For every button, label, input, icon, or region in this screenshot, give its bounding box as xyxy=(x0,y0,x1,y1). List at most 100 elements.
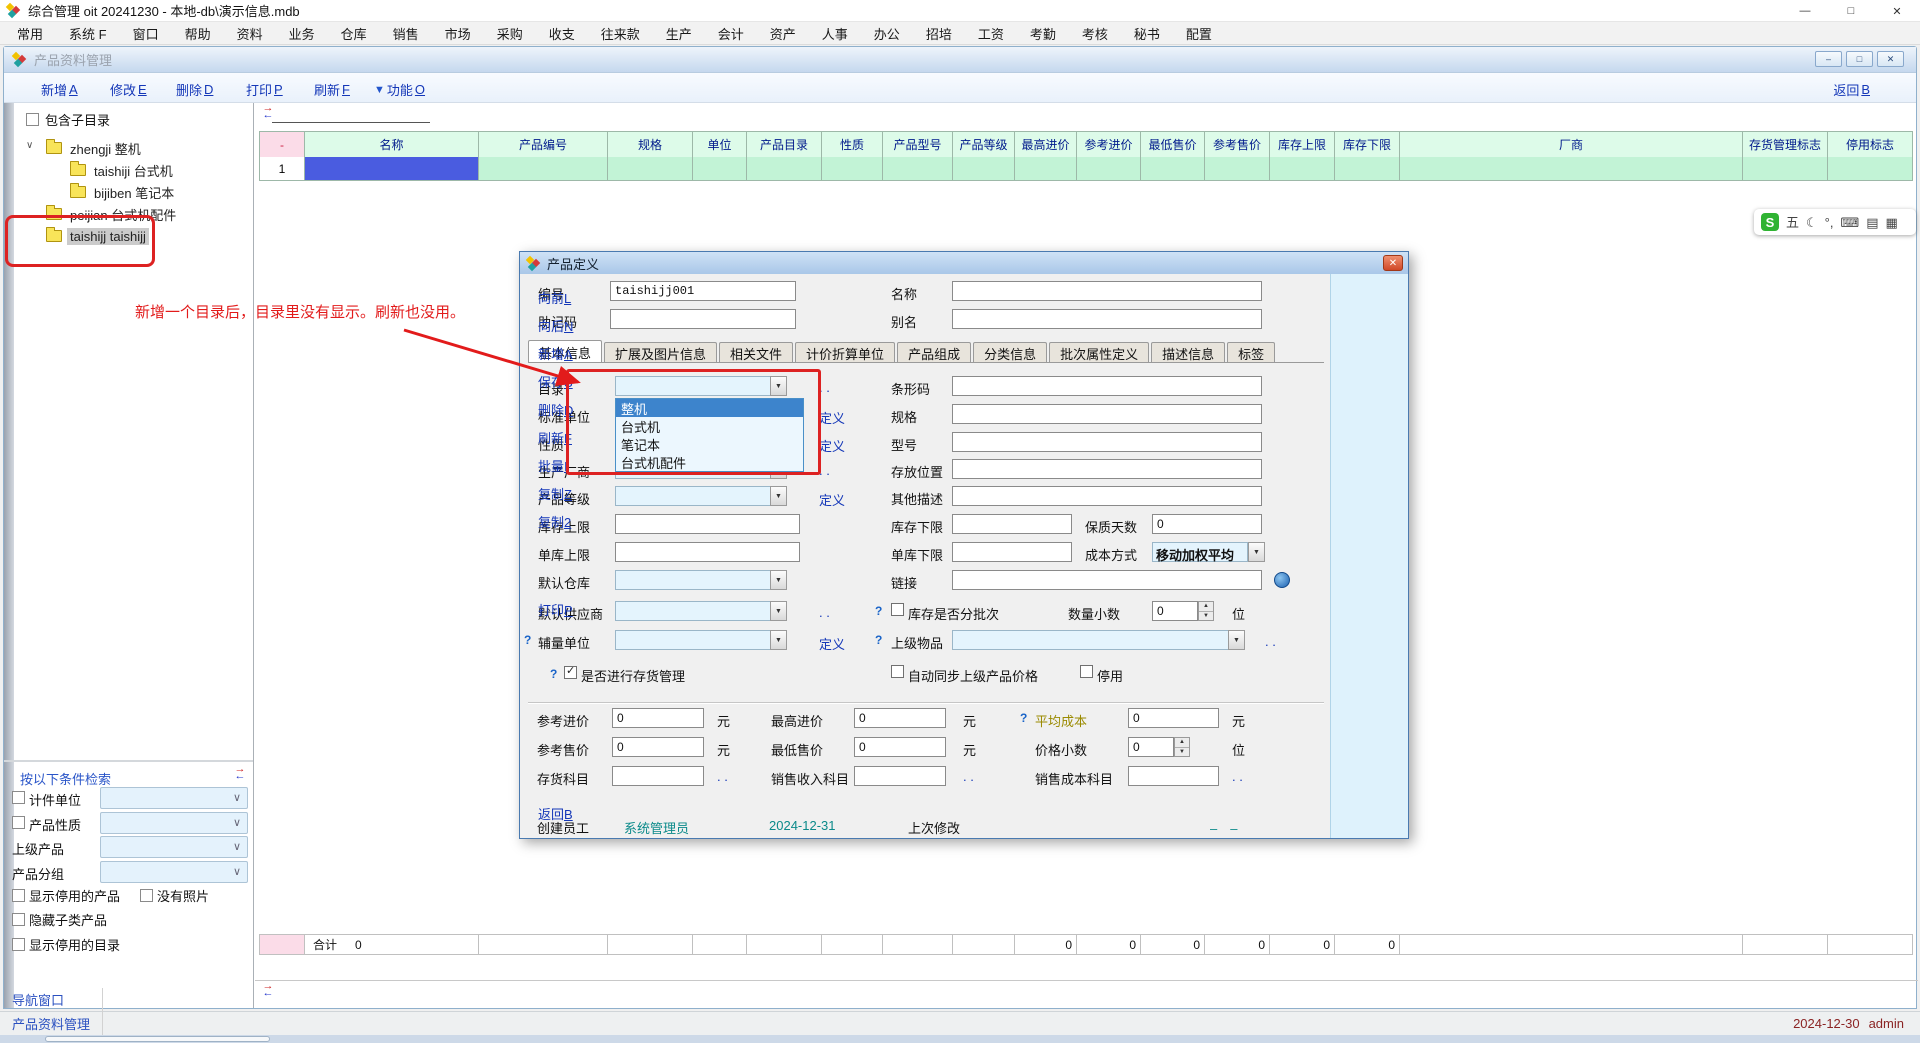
search-filter-checkbox-row[interactable]: 隐藏子类产品 xyxy=(12,910,107,929)
menu-item[interactable]: 资料 xyxy=(224,22,276,45)
table-header-cell[interactable]: 最低售价 xyxy=(1141,132,1205,158)
mnemonic-input[interactable] xyxy=(610,309,796,329)
table-header-cell[interactable]: 产品型号 xyxy=(883,132,953,158)
search-field-checkbox[interactable] xyxy=(12,816,25,829)
table-cell[interactable] xyxy=(1743,157,1828,181)
dialog-tab[interactable]: 批次属性定义 xyxy=(1049,342,1149,363)
sell-income-more-link[interactable]: . . xyxy=(963,769,974,784)
table-cell[interactable] xyxy=(305,157,479,181)
bottom-scrollbar-thumb[interactable] xyxy=(45,1036,270,1042)
table-header-cell[interactable]: 厂商 xyxy=(1400,132,1743,158)
stock-subject-input[interactable] xyxy=(612,766,704,786)
swap-search-icon[interactable]: →← xyxy=(231,766,249,781)
menu-item[interactable]: 系统 F xyxy=(56,22,120,45)
qty-decimal-input[interactable]: 0 xyxy=(1152,601,1198,621)
grid-icon[interactable]: ▦ xyxy=(1886,216,1898,229)
menu-item[interactable]: 资产 xyxy=(757,22,809,45)
bin-upper-input[interactable] xyxy=(615,542,800,562)
menu-item[interactable]: 仓库 xyxy=(328,22,380,45)
table-cell[interactable] xyxy=(1335,157,1400,181)
code-input[interactable]: taishijj001 xyxy=(610,281,796,301)
cost-method-combobox[interactable]: 移动加权平均 xyxy=(1152,542,1248,562)
include-subdir-checkbox[interactable] xyxy=(26,113,39,126)
table-header-cell[interactable]: 库存下限 xyxy=(1335,132,1400,158)
model-input[interactable] xyxy=(952,432,1262,452)
swap-columns-icon[interactable]: →← xyxy=(259,105,277,120)
manufacturer-more-link[interactable]: . . xyxy=(819,463,830,478)
panel-splitter[interactable] xyxy=(253,103,254,1008)
maximize-button[interactable]: □ xyxy=(1828,0,1874,22)
menu-item[interactable]: 考勤 xyxy=(1017,22,1069,45)
shelf-days-input[interactable]: 0 xyxy=(1152,514,1262,534)
toolbar-button[interactable]: 修改E xyxy=(108,80,147,99)
ref-buy-input[interactable]: 0 xyxy=(612,708,704,728)
bottom-scrollbar-track[interactable] xyxy=(0,1035,1920,1043)
keyboard-icon[interactable]: ⌨ xyxy=(1840,216,1859,229)
tree-item[interactable]: taishijj taishijj xyxy=(14,225,252,247)
min-sell-input[interactable]: 0 xyxy=(854,737,946,757)
parent-item-combobox[interactable] xyxy=(952,630,1245,650)
aux-unit-combobox[interactable] xyxy=(615,630,787,650)
sell-income-input[interactable] xyxy=(854,766,946,786)
dropdown-option[interactable]: 台式机配件 xyxy=(616,453,803,471)
menu-item[interactable]: 收支 xyxy=(536,22,588,45)
dialog-close-button[interactable]: ✕ xyxy=(1383,255,1403,271)
stock-upper-input[interactable] xyxy=(615,514,800,534)
menu-item[interactable]: 常用 xyxy=(4,22,56,45)
table-cell[interactable] xyxy=(1828,157,1913,181)
parent-item-combo-arrow[interactable]: ▼ xyxy=(1228,630,1245,650)
stock-lower-input[interactable] xyxy=(952,514,1072,534)
toolbar-button[interactable]: 删除D xyxy=(174,80,213,99)
clipboard-icon[interactable]: ▤ xyxy=(1866,216,1878,229)
description-input[interactable] xyxy=(952,486,1262,506)
default-supplier-combobox[interactable] xyxy=(615,601,787,621)
alias-input[interactable] xyxy=(952,309,1262,329)
inventory-mgmt-help[interactable]: ? xyxy=(550,667,557,681)
toolbar-button[interactable]: 打印P xyxy=(244,80,283,99)
dropdown-option[interactable]: 台式机 xyxy=(616,417,803,435)
table-header-cell[interactable]: 库存上限 xyxy=(1270,132,1335,158)
name-input[interactable] xyxy=(952,281,1262,301)
menu-item[interactable]: 工资 xyxy=(965,22,1017,45)
filter-checkbox[interactable] xyxy=(12,889,25,902)
table-header-cell[interactable]: 停用标志 xyxy=(1828,132,1913,158)
sell-cost-input[interactable] xyxy=(1128,766,1219,786)
search-filter-checkbox-row[interactable]: 没有照片 xyxy=(140,886,209,905)
mdi-restore-button[interactable]: □ xyxy=(1846,51,1873,67)
dialog-tab[interactable]: 计价折算单位 xyxy=(795,342,895,363)
dialog-side-button[interactable]: 向前L xyxy=(538,288,571,307)
table-header-cell[interactable]: 单位 xyxy=(693,132,747,158)
table-cell[interactable] xyxy=(1400,157,1743,181)
avg-cost-input[interactable]: 0 xyxy=(1128,708,1219,728)
price-decimal-spinner[interactable]: ▲▼ xyxy=(1174,737,1190,757)
search-field-combobox[interactable] xyxy=(100,836,248,858)
menu-item[interactable]: 生产 xyxy=(653,22,705,45)
avg-cost-help[interactable]: ? xyxy=(1020,711,1027,725)
qty-decimal-spinner[interactable]: ▲▼ xyxy=(1198,601,1214,621)
max-buy-input[interactable]: 0 xyxy=(854,708,946,728)
directory-more-link[interactable]: . . xyxy=(819,380,830,395)
menu-item[interactable]: 市场 xyxy=(432,22,484,45)
menu-item[interactable]: 往来款 xyxy=(588,22,653,45)
search-filter-checkbox-row[interactable]: 显示停用的目录 xyxy=(12,935,120,954)
globe-icon[interactable] xyxy=(1274,572,1290,588)
table-cell[interactable] xyxy=(693,157,747,181)
tree-item[interactable]: peijian 台式机配件 xyxy=(14,203,252,225)
swap-bottom-icon[interactable]: →← xyxy=(259,983,277,998)
search-field-checkbox[interactable] xyxy=(12,791,25,804)
grade-combo-arrow[interactable]: ▼ xyxy=(770,486,787,506)
filter-checkbox[interactable] xyxy=(12,913,25,926)
menu-item[interactable]: 办公 xyxy=(861,22,913,45)
default-warehouse-combobox[interactable] xyxy=(615,570,787,590)
search-field-combobox[interactable] xyxy=(100,861,248,883)
batch-help[interactable]: ? xyxy=(875,604,882,618)
dropdown-option[interactable]: 整机 xyxy=(616,399,803,417)
filter-checkbox[interactable] xyxy=(140,889,153,902)
expander-icon[interactable]: ∨ xyxy=(26,140,33,151)
cost-method-combo-arrow[interactable]: ▼ xyxy=(1248,542,1265,562)
table-cell[interactable] xyxy=(822,157,883,181)
dialog-side-button[interactable]: 复制2 xyxy=(538,512,571,531)
table-header-cell[interactable]: 产品等级 xyxy=(953,132,1015,158)
dialog-side-button[interactable]: 复制Z xyxy=(538,484,572,503)
statusbar-tab[interactable]: 产品资料管理 xyxy=(0,1012,103,1036)
